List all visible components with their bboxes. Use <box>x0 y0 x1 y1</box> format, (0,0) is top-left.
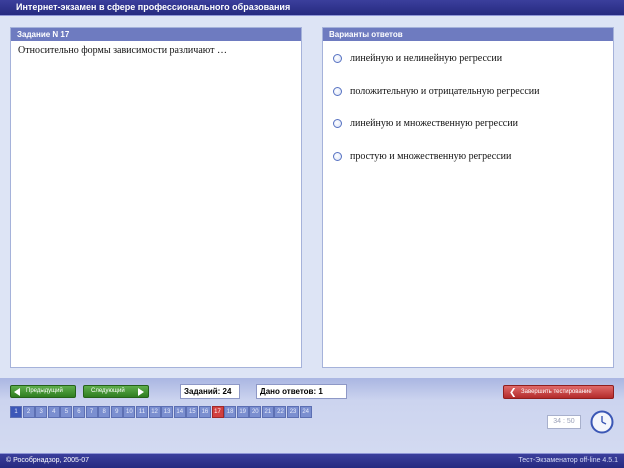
radio-button[interactable] <box>333 54 342 63</box>
copyright-text: © Рособрнадзор, 2005-07 <box>6 457 90 464</box>
question-button-11[interactable]: 11 <box>135 406 148 418</box>
answer-label: линейную и нелинейную регрессии <box>350 53 503 64</box>
question-button-7[interactable]: 7 <box>85 406 98 418</box>
question-button-12[interactable]: 12 <box>148 406 161 418</box>
question-button-6[interactable]: 6 <box>72 406 85 418</box>
arrow-right-icon <box>138 388 144 396</box>
radio-button[interactable] <box>333 119 342 128</box>
question-button-10[interactable]: 10 <box>123 406 136 418</box>
question-button-15[interactable]: 15 <box>186 406 199 418</box>
answer-option-3[interactable]: линейную и множественную регрессии <box>323 113 613 146</box>
finish-test-button[interactable]: ❮ Завершить тестирование <box>503 385 614 399</box>
question-button-1[interactable]: 1 <box>10 406 22 418</box>
answer-label: линейную и множественную регрессии <box>350 118 518 129</box>
running-man-icon: ❮ <box>509 387 517 397</box>
question-button-21[interactable]: 21 <box>261 406 274 418</box>
question-button-5[interactable]: 5 <box>60 406 73 418</box>
app-title: Интернет-экзамен в сфере профессионально… <box>16 2 291 12</box>
question-button-18[interactable]: 18 <box>224 406 237 418</box>
question-button-22[interactable]: 22 <box>274 406 287 418</box>
question-button-2[interactable]: 2 <box>22 406 35 418</box>
question-button-17[interactable]: 17 <box>211 406 224 418</box>
version-text: Тест-Экзаменатор off-line 4.5.1 <box>518 457 618 464</box>
previous-button[interactable]: Предыдущий <box>10 385 76 398</box>
answer-option-2[interactable]: положительную и отрицательную регрессии <box>323 81 613 114</box>
answers-header: Варианты ответов <box>323 28 613 41</box>
question-text: Относительно формы зависимости различают… <box>18 45 227 56</box>
question-button-3[interactable]: 3 <box>35 406 48 418</box>
radio-button[interactable] <box>333 86 342 96</box>
answers-panel: Варианты ответов линейную и нелинейную р… <box>322 27 614 368</box>
question-navigator: 1 2 3 4 5 6 7 8 9 10 11 12 13 14 15 16 17 18 19 20 21 22 23 24 <box>10 406 312 418</box>
question-button-13[interactable]: 13 <box>161 406 174 418</box>
question-button-20[interactable]: 20 <box>249 406 262 418</box>
radio-button[interactable] <box>333 151 342 161</box>
question-button-19[interactable]: 19 <box>236 406 249 418</box>
finish-label: Завершить тестирование <box>521 389 592 395</box>
question-button-23[interactable]: 23 <box>287 406 300 418</box>
next-button[interactable]: Следующий <box>83 385 149 398</box>
clock-icon <box>590 410 614 434</box>
question-button-24[interactable]: 24 <box>299 406 312 418</box>
answer-label: положительную и отрицательную регрессии <box>350 85 540 97</box>
total-tasks-counter: Заданий: 24 <box>180 384 240 399</box>
question-panel: Задание N 17 Относительно формы зависимо… <box>10 27 302 368</box>
question-button-9[interactable]: 9 <box>110 406 123 418</box>
answer-label: простую и множественную регрессии <box>350 150 512 162</box>
answered-counter: Дано ответов: 1 <box>256 384 347 399</box>
question-button-14[interactable]: 14 <box>173 406 186 418</box>
arrow-left-icon <box>14 388 20 396</box>
answer-list: линейную и нелинейную регрессии положите… <box>323 41 613 178</box>
timer-display: 34 : 50 <box>547 415 581 429</box>
main-area: Задание N 17 Относительно формы зависимо… <box>0 16 624 378</box>
app-title-bar: Интернет-экзамен в сфере профессионально… <box>0 0 624 16</box>
question-button-16[interactable]: 16 <box>198 406 211 418</box>
question-button-4[interactable]: 4 <box>47 406 60 418</box>
question-header: Задание N 17 <box>11 28 301 41</box>
previous-label: Предыдущий <box>26 388 63 394</box>
answer-option-4[interactable]: простую и множественную регрессии <box>323 146 613 179</box>
question-button-8[interactable]: 8 <box>98 406 111 418</box>
answer-option-1[interactable]: линейную и нелинейную регрессии <box>323 48 613 81</box>
status-bar: © Рособрнадзор, 2005-07 Тест-Экзаменатор… <box>0 453 624 468</box>
next-label: Следующий <box>91 388 125 394</box>
